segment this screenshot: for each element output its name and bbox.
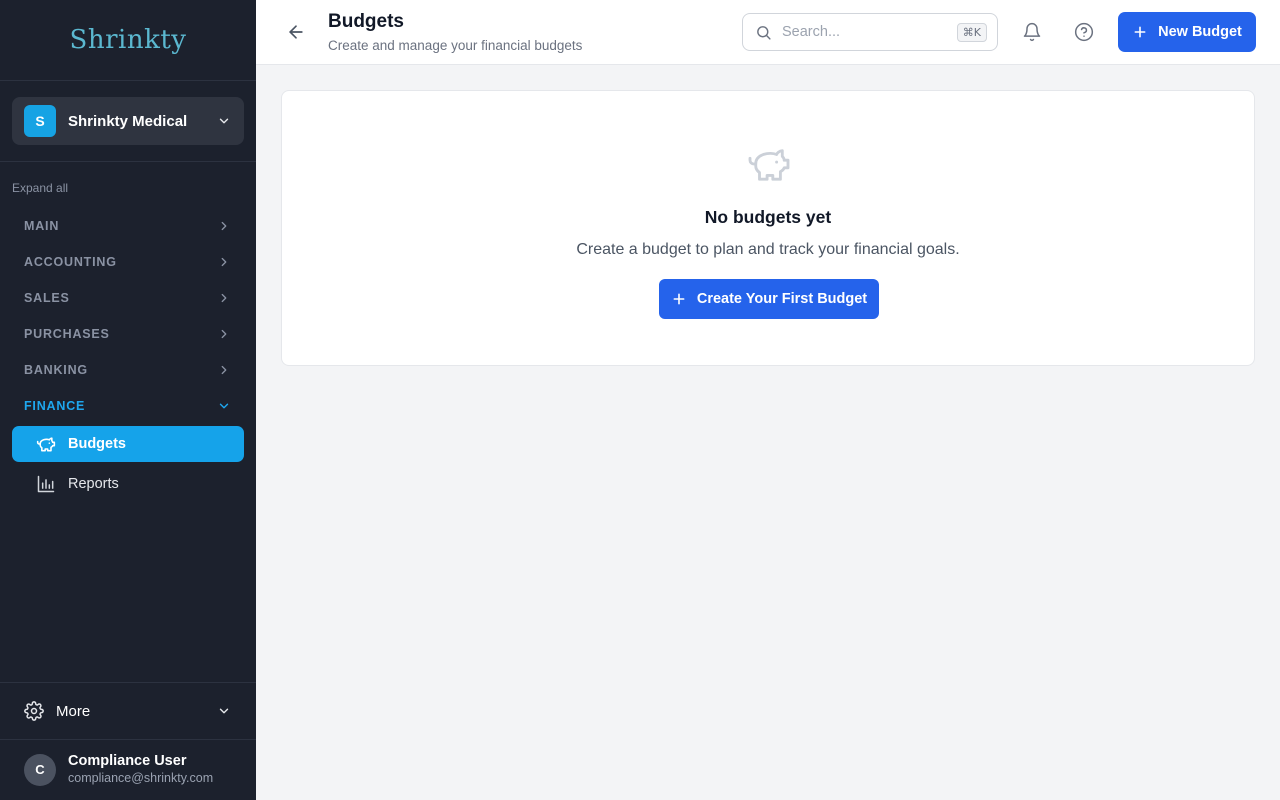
bell-icon[interactable] [1022, 22, 1042, 42]
sidebar-item-budgets[interactable]: Budgets [12, 426, 244, 462]
piggy-bank-icon [36, 434, 56, 454]
nav-section-main[interactable]: MAIN [12, 208, 244, 244]
nav-section-purchases[interactable]: PURCHASES [12, 316, 244, 352]
page-title: Budgets [328, 11, 404, 32]
new-budget-button[interactable]: New Budget [1118, 12, 1256, 52]
create-first-budget-button[interactable]: Create Your First Budget [659, 279, 879, 319]
page-subtitle: Create and manage your financial budgets [328, 38, 583, 53]
search-icon [755, 24, 772, 41]
chevron-right-icon [216, 290, 232, 306]
sidebar-item-label: Reports [68, 476, 119, 492]
org-name: Shrinkty Medical [68, 112, 188, 130]
nav-section-label: FINANCE [24, 399, 86, 413]
chevron-right-icon [216, 218, 232, 234]
avatar: C [24, 753, 56, 786]
top-header: Budgets Create and manage your financial… [256, 0, 1280, 65]
chevron-right-icon [216, 326, 232, 342]
back-arrow-icon[interactable] [286, 22, 306, 42]
more-label: More [56, 702, 91, 720]
nav-section-accounting[interactable]: ACCOUNTING [12, 244, 244, 280]
empty-state-text: Create a budget to plan and track your f… [576, 241, 960, 258]
create-first-budget-label: Create Your First Budget [696, 291, 868, 307]
org-switcher-wrap: S Shrinkty Medical [0, 81, 256, 162]
divider [0, 739, 256, 740]
empty-state-card: No budgets yet Create a budget to plan a… [281, 90, 1255, 366]
nav-section-label: SALES [24, 291, 70, 305]
search-box[interactable]: ⌘K [742, 13, 998, 51]
gear-icon [24, 701, 44, 721]
chevron-down-icon [216, 113, 232, 129]
bar-chart-icon [36, 474, 56, 494]
chevron-down-icon [216, 703, 232, 719]
plus-icon [1132, 24, 1148, 40]
nav-section-label: ACCOUNTING [24, 255, 117, 269]
nav-section-sales[interactable]: SALES [12, 280, 244, 316]
divider [0, 682, 256, 683]
search-shortcut-badge: ⌘K [956, 22, 987, 42]
org-badge: S [24, 105, 56, 137]
chevron-down-icon [216, 398, 232, 414]
nav-section-banking[interactable]: BANKING [12, 352, 244, 388]
sidebar-item-reports[interactable]: Reports [12, 466, 244, 502]
user-name: Compliance User [68, 753, 187, 769]
empty-state-title: No budgets yet [704, 207, 832, 227]
user-email: compliance@shrinkty.com [68, 771, 214, 785]
chevron-right-icon [216, 362, 232, 378]
user-profile[interactable]: C Compliance User compliance@shrinkty.co… [24, 752, 213, 787]
piggy-bank-icon [746, 145, 792, 183]
app-logo[interactable]: Shrinkty [0, 0, 256, 81]
expand-all-link[interactable]: Expand all [12, 181, 68, 195]
new-budget-label: New Budget [1158, 24, 1242, 40]
more-menu-button[interactable]: More [12, 692, 244, 730]
help-icon[interactable] [1074, 22, 1094, 42]
nav-section-label: BANKING [24, 363, 88, 377]
nav-section-label: MAIN [24, 219, 60, 233]
nav-section-finance[interactable]: FINANCE [12, 388, 244, 424]
search-input[interactable] [782, 24, 957, 40]
sidebar-item-label: Budgets [68, 436, 126, 452]
org-switcher[interactable]: S Shrinkty Medical [12, 97, 244, 145]
sidebar: Shrinkty S Shrinkty Medical Expand all M… [0, 0, 256, 800]
user-info: Compliance User compliance@shrinkty.com [68, 752, 213, 787]
plus-icon [671, 291, 687, 307]
chevron-right-icon [216, 254, 232, 270]
nav-section-label: PURCHASES [24, 327, 110, 341]
